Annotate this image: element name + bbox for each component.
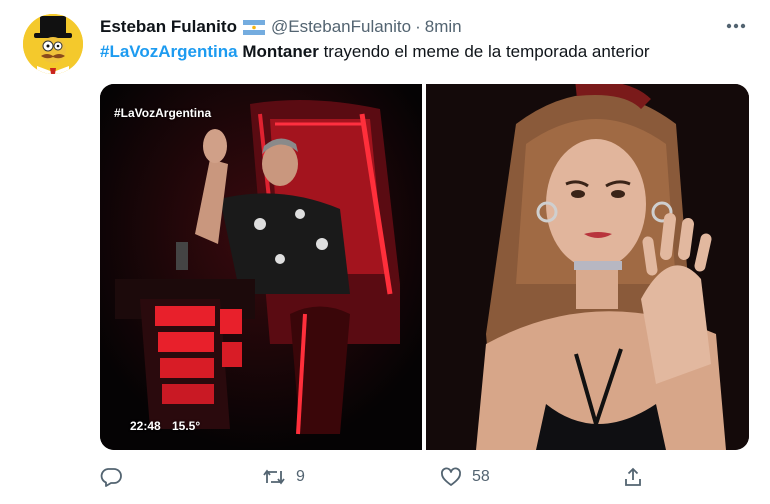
like-count: 58 xyxy=(472,468,490,485)
avatar-image xyxy=(23,14,83,74)
tweet-text: #LaVozArgentina Montaner trayendo el mem… xyxy=(100,42,650,62)
judge-chair-photo xyxy=(100,84,422,450)
retweet-count: 9 xyxy=(296,468,305,485)
tweet-text-rest: trayendo el meme de la temporada anterio… xyxy=(323,42,650,61)
more-options-icon[interactable] xyxy=(724,14,748,38)
retweet-button[interactable]: 9 xyxy=(262,462,305,492)
tweet-text-bold: Montaner xyxy=(242,42,319,61)
woman-waving-photo xyxy=(426,84,749,450)
tweet-header: Esteban Fulanito @EstebanFulanito · 8min xyxy=(100,15,720,39)
video-time-overlay: 22:48 xyxy=(130,419,161,433)
tweet-timestamp[interactable]: 8min xyxy=(425,17,462,37)
header-separator: · xyxy=(415,17,421,36)
hashtag-link[interactable]: #LaVozArgentina xyxy=(100,42,238,61)
tweet-media[interactable]: #LaVozArgentina 22:48 15.5° xyxy=(100,84,749,450)
argentina-flag-icon xyxy=(242,19,265,35)
user-handle[interactable]: @EstebanFulanito xyxy=(271,17,411,37)
tweet-card[interactable]: Esteban Fulanito @EstebanFulanito · 8min… xyxy=(0,0,770,504)
share-icon xyxy=(622,466,644,488)
retweet-icon xyxy=(262,467,286,487)
like-button[interactable]: 58 xyxy=(440,462,490,492)
display-name[interactable]: Esteban Fulanito xyxy=(100,17,237,37)
video-hashtag-overlay: #LaVozArgentina xyxy=(114,106,212,120)
video-temp-overlay: 15.5° xyxy=(172,419,201,433)
media-image-right[interactable] xyxy=(426,84,749,450)
reply-button[interactable] xyxy=(100,462,122,492)
like-icon xyxy=(440,467,462,487)
share-button[interactable] xyxy=(622,462,644,492)
avatar[interactable] xyxy=(23,14,83,74)
media-image-left[interactable]: #LaVozArgentina 22:48 15.5° xyxy=(100,84,422,450)
tweet-actions-bar: 9 58 xyxy=(100,462,660,492)
reply-icon xyxy=(100,467,122,487)
